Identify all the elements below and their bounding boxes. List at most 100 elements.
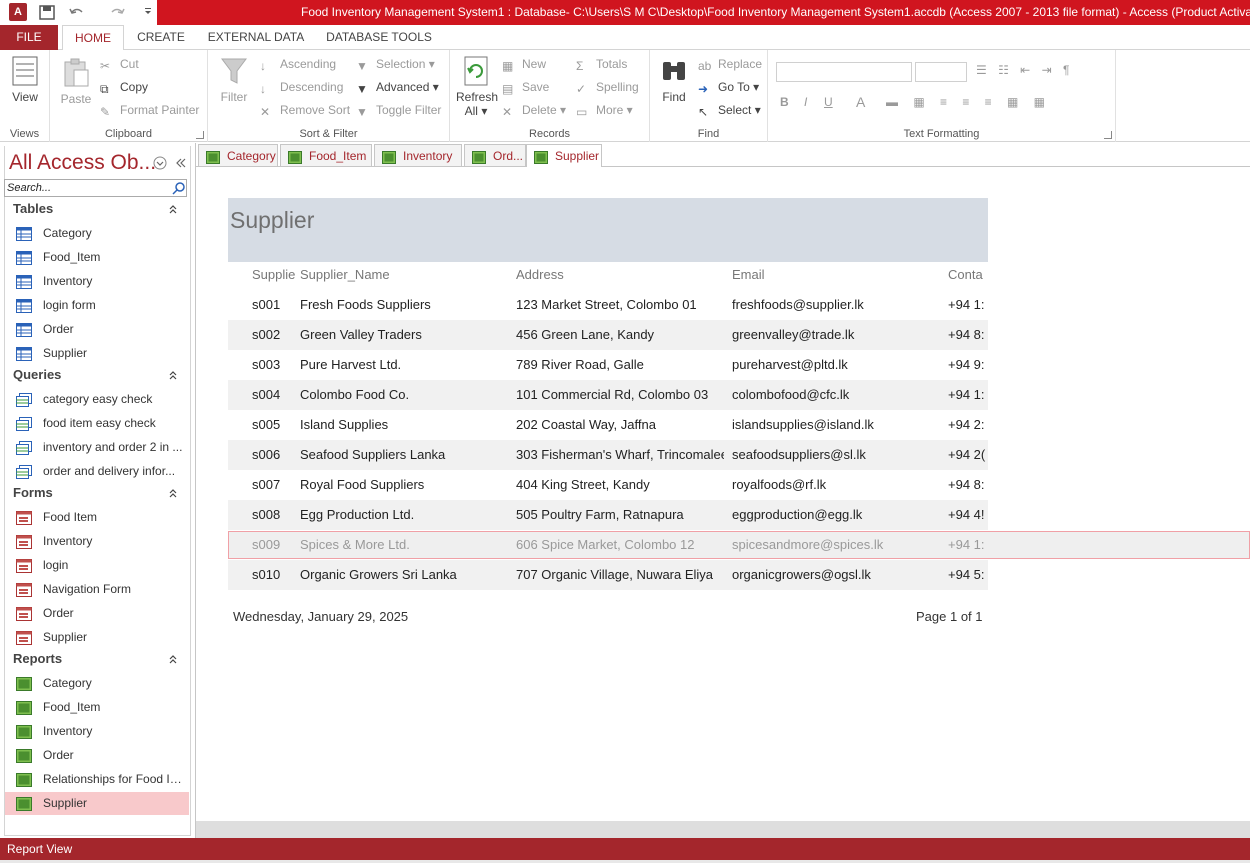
table-row[interactable]: s006 Seafood Suppliers Lanka 303 Fisherman… (228, 440, 988, 470)
nav-item-queries-order-and-delivery-infor[interactable]: order and delivery infor... (5, 460, 189, 483)
nav-item-reports-supplier[interactable]: Supplier (5, 792, 189, 815)
nav-section-forms[interactable]: Forms (13, 485, 53, 500)
collapse-chevron-icon[interactable] (168, 203, 178, 214)
redo-icon[interactable] (108, 4, 126, 21)
nav-item-label: Order (43, 322, 74, 336)
customize-qat-icon[interactable] (142, 4, 154, 21)
nav-item-reports-food-item[interactable]: Food_Item (5, 696, 189, 719)
file-tab[interactable]: FILE (0, 25, 58, 50)
nav-item-reports-inventory[interactable]: Inventory (5, 720, 189, 743)
nav-item-queries-category-easy-check[interactable]: category easy check (5, 388, 189, 411)
filter-button[interactable]: Filter (218, 56, 250, 104)
navigation-pane-title[interactable]: All Access Ob... (9, 151, 156, 175)
selection-button[interactable]: ▼ Selection ▾ (356, 54, 435, 74)
tab-external-data[interactable]: EXTERNAL DATA (200, 25, 312, 50)
nav-item-queries-inventory-and-order-2-in[interactable]: inventory and order 2 in ... (5, 436, 189, 459)
nav-item-tables-food-item[interactable]: Food_Item (5, 246, 189, 269)
new-record-button[interactable]: ▦ New (502, 54, 546, 74)
font-name-dropdown[interactable] (776, 62, 912, 82)
nav-search-input[interactable]: Search... (4, 179, 187, 197)
doc-tab-supplier[interactable]: Supplier (526, 144, 602, 167)
copy-button[interactable]: ⧉ Copy (100, 77, 148, 97)
save-icon[interactable] (38, 4, 56, 21)
tab-create[interactable]: CREATE (130, 25, 192, 50)
table-row[interactable]: s001 Fresh Foods Suppliers 123 Market Stre… (228, 290, 988, 320)
nav-item-reports-category[interactable]: Category (5, 672, 189, 695)
more-button[interactable]: ▭ More ▾ (576, 100, 633, 120)
font-color-button[interactable]: A (856, 94, 865, 110)
doc-tab-label: Category (227, 149, 276, 163)
nav-item-tables-inventory[interactable]: Inventory (5, 270, 189, 293)
nav-item-queries-food-item-easy-check[interactable]: food item easy check (5, 412, 189, 435)
tab-database-tools[interactable]: DATABASE TOOLS (320, 25, 438, 50)
tab-home[interactable]: HOME (62, 25, 124, 51)
access-app-icon[interactable]: A (9, 3, 27, 21)
nav-item-tables-login-form[interactable]: login form (5, 294, 189, 317)
view-button[interactable]: View (6, 56, 44, 104)
nav-section-reports[interactable]: Reports (13, 651, 62, 666)
table-row[interactable]: s005 Island Supplies 202 Coastal Way, Jaff… (228, 410, 988, 440)
table-row[interactable]: s003 Pure Harvest Ltd. 789 River Road, Gal… (228, 350, 988, 380)
format-painter-button[interactable]: ✎ Format Painter (100, 100, 199, 120)
nav-section-queries[interactable]: Queries (13, 367, 61, 382)
font-size-dropdown[interactable] (915, 62, 967, 82)
replace-button[interactable]: ab Replace (698, 54, 762, 74)
bold-button[interactable]: B (780, 95, 789, 109)
remove-sort-button[interactable]: ✕ Remove Sort (260, 100, 350, 120)
table-cell: s004 (252, 387, 281, 402)
doc-tab-category[interactable]: Category (198, 144, 278, 166)
doc-tab-ord[interactable]: Ord... (464, 144, 526, 166)
select-button[interactable]: ↖ Select ▾ (698, 100, 761, 120)
ascending-button[interactable]: ↓ Ascending (260, 54, 336, 74)
doc-tab-food-item[interactable]: Food_Item (280, 144, 372, 166)
undo-icon[interactable] (68, 4, 86, 21)
nav-item-forms-order[interactable]: Order (5, 602, 189, 625)
navigation-pane-header[interactable]: All Access Ob... (4, 148, 190, 178)
descending-button[interactable]: ↓ Descending (260, 77, 343, 97)
horizontal-scrollbar[interactable] (196, 821, 1250, 838)
toggle-filter-button[interactable]: ▼ Toggle Filter (356, 100, 441, 120)
alignment-controls[interactable]: ▬ ▦ ≡ ≡ ≡ ▦ ▦ (886, 95, 1086, 109)
totals-button[interactable]: Σ Totals (576, 54, 627, 74)
advanced-button[interactable]: ▼ Advanced ▾ (356, 77, 439, 97)
nav-item-forms-supplier[interactable]: Supplier (5, 626, 189, 649)
table-row[interactable]: s010 Organic Growers Sri Lanka 707 Organic… (228, 560, 988, 590)
nav-section-tables[interactable]: Tables (13, 201, 53, 216)
collapse-chevron-icon[interactable] (168, 369, 178, 380)
find-button[interactable]: Find (658, 56, 690, 104)
table-row[interactable]: s004 Colombo Food Co. 101 Commercial Rd, C… (228, 380, 988, 410)
collapse-chevron-icon[interactable] (168, 487, 178, 498)
clipboard-launcher-icon[interactable] (196, 131, 204, 139)
save-record-button[interactable]: ▤ Save (502, 77, 549, 97)
nav-item-tables-category[interactable]: Category (5, 222, 189, 245)
collapse-chevron-icon[interactable] (168, 653, 178, 664)
nav-item-tables-supplier[interactable]: Supplier (5, 342, 189, 365)
list-indent-controls[interactable]: ☰ ☷ ⇤ ⇥ ¶ (976, 63, 1096, 81)
delete-record-button[interactable]: ✕ Delete ▾ (502, 100, 566, 120)
goto-button[interactable]: ➜ Go To ▾ (698, 77, 759, 97)
table-row[interactable]: s008 Egg Production Ltd. 505 Poultry Farm,… (228, 500, 988, 530)
nav-item-forms-food-item[interactable]: Food Item (5, 506, 189, 529)
table-row[interactable]: s007 Royal Food Suppliers 404 King Street,… (228, 470, 988, 500)
nav-item-label: Food_Item (43, 700, 101, 714)
italic-button[interactable]: I (804, 95, 807, 109)
text-formatting-launcher-icon[interactable] (1104, 131, 1112, 139)
nav-item-reports-order[interactable]: Order (5, 744, 189, 767)
spelling-button[interactable]: ✓ Spelling (576, 77, 639, 97)
search-icon[interactable] (172, 181, 186, 195)
group-sort-filter: Filter ↓ Ascending ↓ Descending ✕ Remove So… (208, 50, 450, 142)
nav-item-forms-inventory[interactable]: Inventory (5, 530, 189, 553)
nav-menu-chevron-icon[interactable] (153, 156, 167, 170)
refresh-all-button[interactable]: Refresh All ▾ (456, 56, 498, 118)
nav-item-forms-login[interactable]: login (5, 554, 189, 577)
cut-button[interactable]: ✂ Cut (100, 54, 139, 74)
nav-item-forms-navigation-form[interactable]: Navigation Form (5, 578, 189, 601)
shutter-bar-close-icon[interactable] (175, 156, 187, 170)
doc-tab-inventory[interactable]: Inventory (374, 144, 462, 166)
table-row[interactable]: s002 Green Valley Traders 456 Green Lane, … (228, 320, 988, 350)
nav-item-reports-relationships-for-food-in[interactable]: Relationships for Food In... (5, 768, 189, 791)
nav-item-tables-order[interactable]: Order (5, 318, 189, 341)
table-row[interactable]: s009 Spices & More Ltd. 606 Spice Market, … (228, 530, 988, 560)
underline-button[interactable]: U (824, 95, 833, 109)
paste-button[interactable]: Paste (58, 58, 94, 106)
